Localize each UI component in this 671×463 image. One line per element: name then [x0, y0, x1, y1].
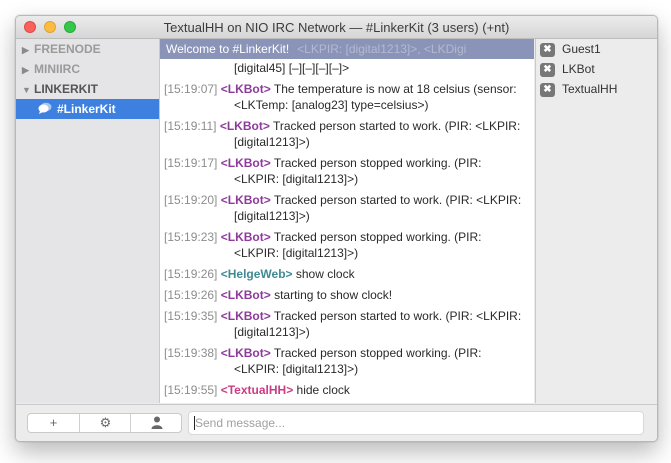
- member-item[interactable]: ✖ Guest1: [536, 39, 657, 59]
- collapse-triangle-icon[interactable]: ▼: [22, 80, 34, 100]
- message-text: Tracked person stopped working. (PIR: <L…: [234, 156, 482, 186]
- message-text: [digital45] [–][–][–][–]>: [234, 61, 350, 75]
- message-line: [15:19:55] <TextualHH> hide clock: [160, 381, 534, 399]
- user-button[interactable]: [130, 414, 182, 432]
- message-line: [15:19:26] <HelgeWeb> show clock: [160, 265, 534, 283]
- message-timestamp: [15:19:35]: [164, 309, 218, 323]
- message-nick[interactable]: <LKBot>: [221, 156, 271, 170]
- channel-topic-bar: Welcome to #LinkerKit! <LKPIR: [digital12…: [160, 39, 534, 59]
- plus-icon: +: [49, 415, 58, 430]
- message-text: show clock: [292, 267, 355, 281]
- topic-text: Welcome to #LinkerKit!: [166, 42, 290, 56]
- expand-triangle-icon[interactable]: ▶: [22, 60, 34, 80]
- message-line: [15:19:55] <LKBot> hiding clock.: [160, 402, 534, 403]
- message-line: [15:19:35] <LKBot> Tracked person starte…: [160, 307, 534, 341]
- settings-button[interactable]: ⚙: [79, 414, 131, 432]
- chat-view[interactable]: Welcome to #LinkerKit! <LKPIR: [digital12…: [160, 39, 534, 403]
- message-input[interactable]: [188, 411, 644, 435]
- person-icon: [151, 415, 163, 430]
- topic-overflow-text: <LKPIR: [digital1213]>, <LKDigi: [297, 42, 467, 56]
- member-name: Guest1: [562, 42, 601, 56]
- message-timestamp: [15:19:11]: [164, 119, 217, 133]
- text-cursor: [194, 416, 195, 430]
- member-item[interactable]: ✖ LKBot: [536, 59, 657, 79]
- message-text: The temperature is now at 18 celsius (se…: [234, 82, 517, 112]
- message-line: [15:19:07] <LKBot> The temperature is no…: [160, 80, 534, 114]
- user-mode-icon: ✖: [540, 42, 555, 57]
- message-timestamp: [15:19:26]: [164, 267, 218, 281]
- title-bar: TextualHH on NIO IRC Network — #LinkerKi…: [16, 16, 657, 39]
- message-text: Tracked person started to work. (PIR: <L…: [234, 193, 522, 223]
- message-nick[interactable]: <LKBot>: [221, 82, 271, 96]
- toolbar-button-group: + ⚙: [27, 413, 182, 433]
- message-line: [digital45] [–][–][–][–]>: [160, 59, 534, 77]
- member-name: LKBot: [562, 62, 595, 76]
- message-list: [digital45] [–][–][–][–]> [15:19:07] <LKB…: [160, 59, 534, 403]
- add-server-button[interactable]: +: [28, 414, 79, 432]
- network-name: MINIIRC: [34, 62, 80, 76]
- message-text: hide clock: [293, 383, 350, 397]
- member-list: ✖ Guest1 ✖ LKBot ✖ TextualHH: [535, 39, 657, 403]
- message-text: Tracked person stopped working. (PIR: <L…: [234, 346, 482, 376]
- server-list: ▶ FREENODE ▶ MINIIRC ▼ LINKERKIT #LinkerKit: [16, 39, 160, 403]
- message-timestamp: [15:19:17]: [164, 156, 218, 170]
- message-timestamp: [15:19:20]: [164, 193, 218, 207]
- network-freenode[interactable]: ▶ FREENODE: [16, 39, 159, 59]
- gear-icon: ⚙: [99, 415, 112, 430]
- message-timestamp: [15:19:26]: [164, 288, 218, 302]
- message-text: Tracked person stopped working. (PIR: <L…: [234, 230, 482, 260]
- network-miniirc[interactable]: ▶ MINIIRC: [16, 59, 159, 79]
- channel-linkerkit[interactable]: #LinkerKit: [16, 99, 159, 119]
- message-line: [15:19:11] <LKBot> Tracked person starte…: [160, 117, 534, 151]
- user-mode-icon: ✖: [540, 62, 555, 77]
- bottom-toolbar: + ⚙: [16, 404, 657, 441]
- network-name: FREENODE: [34, 42, 101, 56]
- message-nick[interactable]: <LKBot>: [221, 230, 271, 244]
- window-title: TextualHH on NIO IRC Network — #LinkerKi…: [163, 20, 510, 35]
- chat-bubble-icon: [38, 99, 54, 119]
- message-text: starting to show clock!: [270, 288, 393, 302]
- network-name: LINKERKIT: [34, 82, 98, 96]
- message-timestamp: [15:19:55]: [164, 383, 218, 397]
- message-line: [15:19:23] <LKBot> Tracked person stoppe…: [160, 228, 534, 262]
- member-name: TextualHH: [562, 82, 618, 96]
- message-nick[interactable]: <LKBot>: [221, 288, 271, 302]
- message-line: [15:19:20] <LKBot> Tracked person starte…: [160, 191, 534, 225]
- message-timestamp: [15:19:23]: [164, 230, 218, 244]
- message-line: [15:19:17] <LKBot> Tracked person stoppe…: [160, 154, 534, 188]
- message-nick[interactable]: <HelgeWeb>: [221, 267, 293, 281]
- irc-window: TextualHH on NIO IRC Network — #LinkerKi…: [15, 15, 658, 442]
- expand-triangle-icon[interactable]: ▶: [22, 40, 34, 60]
- message-nick[interactable]: <LKBot>: [221, 346, 271, 360]
- user-mode-icon: ✖: [540, 82, 555, 97]
- message-nick[interactable]: <LKBot>: [221, 193, 271, 207]
- message-timestamp: [15:19:38]: [164, 346, 218, 360]
- message-text: Tracked person started to work. (PIR: <L…: [234, 119, 521, 149]
- message-line: [15:19:38] <LKBot> Tracked person stoppe…: [160, 344, 534, 378]
- message-line: [15:19:26] <LKBot> starting to show cloc…: [160, 286, 534, 304]
- member-item[interactable]: ✖ TextualHH: [536, 79, 657, 99]
- network-linkerkit[interactable]: ▼ LINKERKIT: [16, 79, 159, 99]
- message-timestamp: [15:19:07]: [164, 82, 218, 96]
- message-nick[interactable]: <LKBot>: [220, 119, 270, 133]
- message-text: Tracked person started to work. (PIR: <L…: [234, 309, 522, 339]
- message-nick[interactable]: <TextualHH>: [221, 383, 293, 397]
- message-nick[interactable]: <LKBot>: [221, 309, 271, 323]
- channel-name: #LinkerKit: [57, 102, 116, 116]
